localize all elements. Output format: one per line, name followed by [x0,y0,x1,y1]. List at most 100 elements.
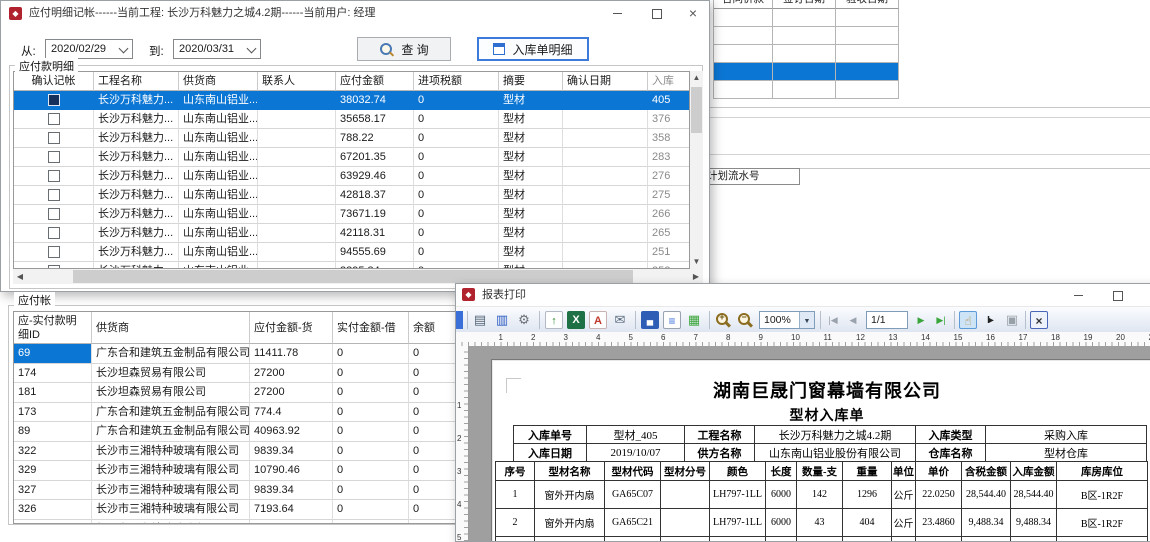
scroll-up-icon[interactable]: ▲ [690,71,703,85]
column-header[interactable]: 实付金额-借 [333,312,409,344]
preview-area[interactable]: 12345 湖南巨晟门窗幕墙有限公司 型材入库单 入库单号型材_405工程名称长… [456,346,1150,541]
column-header[interactable]: 供货商 [92,312,250,344]
column-header[interactable]: 工程名称 [94,72,179,91]
table-row[interactable]: 长沙万科魅力...山东南山铝业...42818.370型材275 [14,186,689,205]
contract-grid-cell [714,63,773,81]
table-row[interactable]: 长沙万科魅力...山东南山铝业...63929.460型材276 [14,167,689,186]
column-header[interactable]: 摘要 [499,72,563,91]
table-row[interactable]: 327长沙市三湘特种玻璃有限公司9839.3400 [14,481,457,501]
column-header[interactable]: 入库 [648,72,689,91]
table-row[interactable]: 长沙万科魅力...山东南山铝业...35658.170型材376 [14,110,689,129]
save-icon[interactable] [641,311,659,329]
table-row[interactable]: 329长沙市三湘特种玻璃有限公司10790.4600 [14,461,457,481]
excel-icon[interactable] [567,311,585,329]
document-icon[interactable] [663,311,681,329]
table-row[interactable]: 长沙万科魅力...山东南山铝业...42118.310型材265 [14,224,689,243]
confirm-checkbox[interactable] [48,170,60,182]
confirm-checkbox[interactable] [48,189,60,201]
app-icon [462,288,475,301]
confirm-checkbox[interactable] [48,151,60,163]
maximize-button[interactable] [1102,284,1134,306]
contract-grid-cell [836,63,899,81]
table-row[interactable]: 69广东合和建筑五金制品有限公司11411.7800 [14,344,457,364]
confirm-checkbox[interactable] [48,132,60,144]
column-header[interactable]: 应付金额-货 [250,312,333,344]
text-select-button[interactable] [981,311,999,329]
confirm-checkbox[interactable] [48,246,60,258]
confirm-checkbox[interactable] [48,113,60,125]
close-button[interactable]: × [677,1,709,25]
table-row[interactable]: 89广东合和建筑五金制品有限公司40963.9200 [14,422,457,442]
minimize-button[interactable] [1062,284,1094,306]
table-row[interactable]: 长沙万科魅力...山东南山铝业...788.220型材358 [14,129,689,148]
table-row[interactable]: 长沙万科魅力...山东南山铝业...94555.690型材251 [14,243,689,262]
table-row[interactable]: 173广东合和建筑五金制品有限公司774.400 [14,403,457,423]
book-icon[interactable] [493,311,511,329]
table-row[interactable]: 长沙市三湘特种玻璃有限公司00 [14,520,457,525]
column-header[interactable]: 确认记帐 [14,72,94,91]
cell: 0 [414,186,499,205]
copy-button[interactable] [1003,311,1021,329]
column-header[interactable]: 余额 [409,312,457,344]
nav-first-button[interactable]: |◀ [824,311,842,329]
page-indicator-input[interactable]: 1/1 [866,311,908,329]
inbound-detail-button[interactable]: 入库单明细 [477,37,589,61]
cell: 404 [843,509,892,537]
column-header[interactable]: 进项税额 [414,72,499,91]
report-icon[interactable] [456,311,463,329]
print-icon[interactable] [471,311,489,329]
cell: 0 [409,481,457,501]
vertical-scrollbar[interactable]: ▲ ▼ [690,71,703,269]
column-header[interactable]: 确认日期 [563,72,648,91]
export-icon[interactable] [545,311,563,329]
confirm-checkbox[interactable] [48,227,60,239]
table-row[interactable]: 长沙万科魅力...山东南山铝业...73671.190型材266 [14,205,689,224]
cell [563,110,648,129]
table-row[interactable]: 326长沙市三湘特种玻璃有限公司7193.6400 [14,500,457,520]
nav-next-button[interactable]: ▶ [912,311,930,329]
confirm-checkbox[interactable] [48,94,60,106]
info-value: 型材_405 [587,426,685,444]
layout-icon[interactable] [685,311,703,329]
hand-tool-button[interactable] [959,311,977,329]
info-value: 长沙万科魅力之城4.2期 [755,426,916,444]
query-button[interactable]: 查 询 [357,37,451,61]
mail-icon[interactable] [611,311,629,329]
to-date-select[interactable]: 2020/03/31 [173,39,261,59]
column-header: 单价 [916,462,962,481]
cell: 0 [414,243,499,262]
column-header[interactable]: 供货商 [179,72,258,91]
column-header[interactable]: 应付金额 [336,72,414,91]
nav-last-button[interactable]: ▶| [932,311,950,329]
pdf-icon[interactable] [589,311,607,329]
contract-grid-header: 验收日期 [836,0,899,9]
ruler-number: 17 [1019,333,1028,342]
scroll-down-icon[interactable]: ▼ [690,255,703,269]
scrollbar-thumb[interactable] [73,270,633,283]
tools-icon[interactable] [515,311,533,329]
plan-serial-field: 计划流水号 [704,168,800,185]
scroll-left-icon[interactable]: ◀ [13,269,27,284]
table-row[interactable]: 181长沙坦森贸易有限公司2720000 [14,383,457,403]
minimize-button[interactable] [601,1,633,25]
table-row[interactable]: 长沙万科魅力...山东南山铝业...67201.350型材283 [14,148,689,167]
cell: 型材 [499,262,563,269]
scrollbar-thumb[interactable] [691,87,702,133]
close-preview-button[interactable] [1030,311,1048,329]
contract-grid-cell [836,45,899,63]
nav-prev-button[interactable]: ◀ [844,311,862,329]
horizontal-scrollbar[interactable]: ◀ ▶ [13,269,703,284]
table-row[interactable]: 174长沙坦森贸易有限公司2720000 [14,364,457,384]
maximize-button[interactable] [641,1,673,25]
close-button[interactable]: × [1142,284,1150,306]
table-row[interactable]: 长沙万科魅力...山东南山铝业...38032.740型材405 [14,91,689,110]
cell: 型材 [499,110,563,129]
zoom-select[interactable]: 100% [759,311,815,329]
scroll-right-icon[interactable]: ▶ [689,269,703,284]
from-date-select[interactable]: 2020/02/29 [45,39,133,59]
table-row[interactable]: 322长沙市三湘特种玻璃有限公司9839.3400 [14,442,457,462]
column-header[interactable]: 联系人 [258,72,336,91]
table-row[interactable]: 长沙万科魅力...山东南山铝业...3895.840型材252 [14,262,689,269]
confirm-checkbox[interactable] [48,208,60,220]
column-header[interactable]: 应-实付款明细ID [14,312,92,344]
